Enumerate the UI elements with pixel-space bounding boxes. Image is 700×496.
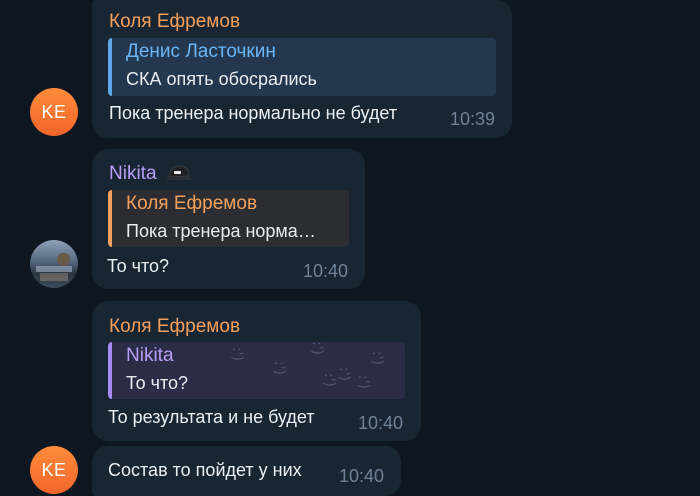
avatar-initials: KE bbox=[41, 101, 67, 122]
message-bubble[interactable]: Коля Ефремов Nikita То что? :') :') :') … bbox=[92, 301, 421, 441]
message-bubble[interactable]: Коля Ефремов Денис Ласточкин СКА опять о… bbox=[92, 0, 512, 138]
reply-quote[interactable]: Nikita То что? :') :') :') :') :') :') :… bbox=[108, 342, 405, 399]
reply-text: СКА опять обосрались bbox=[126, 69, 317, 89]
pattern-smiley: :') bbox=[355, 374, 372, 390]
avatar[interactable]: KE bbox=[30, 88, 78, 136]
message-text: То что? bbox=[107, 256, 170, 276]
avatar[interactable]: KE bbox=[30, 446, 78, 494]
pattern-smiley: :') bbox=[321, 372, 338, 388]
reply-sender-name: Коля Ефремов bbox=[126, 193, 258, 214]
pattern-smiley: :') bbox=[309, 342, 326, 356]
sender-name[interactable]: Nikita bbox=[109, 163, 157, 185]
pattern-smiley: :') bbox=[271, 360, 288, 376]
reply-text: То что? bbox=[126, 373, 189, 393]
message-bubble[interactable]: Состав то пойдет у них 10:40 bbox=[92, 446, 401, 496]
pattern-smiley: :') bbox=[229, 346, 246, 362]
message-time: 10:40 bbox=[339, 466, 385, 486]
sender-name[interactable]: Коля Ефремов bbox=[109, 316, 240, 338]
pattern-smiley: :') bbox=[336, 366, 353, 382]
cap-icon bbox=[167, 165, 191, 180]
avatar-initials: KE bbox=[41, 459, 67, 480]
avatar[interactable] bbox=[30, 240, 78, 288]
message-time: 10:40 bbox=[358, 413, 404, 433]
sender-name[interactable]: Коля Ефремов bbox=[109, 11, 240, 33]
pattern-smiley: :') bbox=[369, 350, 386, 366]
message-text: Состав то пойдет у них bbox=[108, 460, 302, 480]
reply-sender-name: Денис Ласточкин bbox=[126, 41, 276, 62]
reply-quote[interactable]: Коля Ефремов Пока тренера норма… bbox=[108, 190, 349, 247]
message-time: 10:39 bbox=[450, 109, 496, 129]
message-text: То результата и не будет bbox=[108, 407, 315, 427]
reply-quote[interactable]: Денис Ласточкин СКА опять обосрались bbox=[108, 38, 496, 96]
message-text: Пока тренера нормально не будет bbox=[109, 103, 398, 123]
reply-sender-name: Nikita bbox=[126, 345, 174, 366]
message-bubble[interactable]: Nikita Коля Ефремов Пока тренера норма… … bbox=[92, 149, 365, 289]
avatar-photo bbox=[36, 266, 72, 272]
reply-text: Пока тренера норма… bbox=[126, 221, 316, 241]
message-time: 10:40 bbox=[303, 261, 349, 281]
